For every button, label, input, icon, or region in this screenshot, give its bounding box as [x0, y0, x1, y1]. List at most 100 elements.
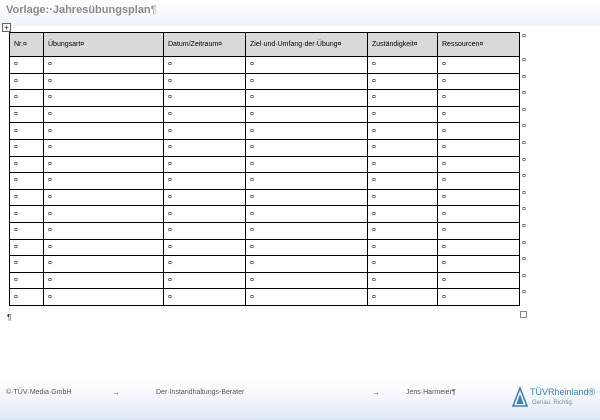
cell-exercise-type[interactable]: ¤	[43, 89, 164, 107]
cell-nr[interactable]: ¤	[9, 288, 44, 306]
table-row: ¤ ¤ ¤ ¤ ¤ ¤	[9, 221, 520, 240]
header-exercise-type[interactable]: Übungsart¤	[43, 32, 164, 57]
cell-resources[interactable]: ¤	[437, 205, 520, 223]
cell-exercise-type[interactable]: ¤	[43, 288, 164, 306]
cell-responsibility[interactable]: ¤	[367, 72, 438, 91]
cell-nr[interactable]: ¤	[9, 255, 44, 273]
header-resources[interactable]: Ressourcen¤	[437, 32, 520, 57]
cell-goal-scope[interactable]: ¤	[245, 138, 368, 157]
cell-responsibility[interactable]: ¤	[367, 288, 438, 306]
cell-responsibility[interactable]: ¤	[367, 238, 438, 257]
cell-goal-scope[interactable]: ¤	[245, 122, 368, 140]
header-date-period[interactable]: Datum/Zeitraum¤	[163, 32, 246, 57]
cell-date-period[interactable]: ¤	[163, 155, 246, 174]
cell-responsibility[interactable]: ¤	[367, 205, 438, 223]
cell-nr[interactable]: ¤	[9, 155, 44, 174]
cell-goal-scope[interactable]: ¤	[245, 155, 368, 174]
cell-resources[interactable]: ¤	[437, 155, 520, 174]
cell-exercise-type[interactable]: ¤	[43, 188, 164, 207]
header-goal-scope[interactable]: Ziel·und·Umfang·der·Übung¤	[245, 32, 368, 57]
cell-goal-scope[interactable]: ¤	[245, 188, 368, 207]
cell-nr[interactable]: ¤	[9, 89, 44, 107]
header-responsibility[interactable]: Zuständigkeit¤	[367, 32, 438, 57]
cell-goal-scope[interactable]: ¤	[245, 288, 368, 306]
cell-exercise-type[interactable]: ¤	[43, 238, 164, 257]
cell-goal-scope[interactable]: ¤	[245, 72, 368, 91]
cell-responsibility[interactable]: ¤	[367, 255, 438, 273]
cell-responsibility[interactable]: ¤	[367, 271, 438, 290]
cell-responsibility[interactable]: ¤	[367, 188, 438, 207]
cell-nr[interactable]: ¤	[9, 238, 44, 257]
cell-responsibility[interactable]: ¤	[367, 155, 438, 174]
cell-exercise-type[interactable]: ¤	[43, 72, 164, 91]
cell-responsibility[interactable]: ¤	[367, 89, 438, 107]
cell-exercise-type[interactable]: ¤	[43, 122, 164, 140]
cell-exercise-type[interactable]: ¤	[43, 221, 164, 240]
cell-date-period[interactable]: ¤	[163, 122, 246, 140]
cell-exercise-type[interactable]: ¤	[43, 205, 164, 223]
cell-responsibility[interactable]: ¤	[367, 56, 438, 74]
cell-resources[interactable]: ¤	[437, 72, 520, 91]
cell-nr[interactable]: ¤	[9, 221, 44, 240]
cell-resources[interactable]: ¤	[437, 172, 520, 190]
cell-date-period[interactable]: ¤	[163, 255, 246, 273]
cell-goal-scope[interactable]: ¤	[245, 271, 368, 290]
cell-exercise-type[interactable]: ¤	[43, 138, 164, 157]
cell-resources[interactable]: ¤	[437, 122, 520, 140]
cell-responsibility[interactable]: ¤	[367, 221, 438, 240]
cell-resources[interactable]: ¤	[437, 138, 520, 157]
cell-date-period[interactable]: ¤	[163, 72, 246, 91]
cell-responsibility[interactable]: ¤	[367, 172, 438, 190]
cell-exercise-type[interactable]: ¤	[43, 56, 164, 74]
cell-resources[interactable]: ¤	[437, 271, 520, 290]
cell-resources[interactable]: ¤	[437, 188, 520, 207]
cell-resources[interactable]: ¤	[437, 221, 520, 240]
cell-goal-scope[interactable]: ¤	[245, 238, 368, 257]
cell-date-period[interactable]: ¤	[163, 105, 246, 124]
table-resize-handle-icon[interactable]	[520, 311, 527, 318]
cell-nr[interactable]: ¤	[9, 105, 44, 124]
cell-goal-scope[interactable]: ¤	[245, 105, 368, 124]
cell-exercise-type[interactable]: ¤	[43, 105, 164, 124]
cell-date-period[interactable]: ¤	[163, 172, 246, 190]
cell-responsibility[interactable]: ¤	[367, 105, 438, 124]
cell-resources[interactable]: ¤	[437, 288, 520, 306]
cell-nr[interactable]: ¤	[9, 138, 44, 157]
cell-nr[interactable]: ¤	[9, 205, 44, 223]
cell-date-period[interactable]: ¤	[163, 56, 246, 74]
cell-resources[interactable]: ¤	[437, 56, 520, 74]
cell-resources[interactable]: ¤	[437, 89, 520, 107]
cell-goal-scope[interactable]: ¤	[245, 172, 368, 190]
cell-exercise-type[interactable]: ¤	[43, 172, 164, 190]
cell-date-period[interactable]: ¤	[163, 89, 246, 107]
cell-nr[interactable]: ¤	[9, 271, 44, 290]
cell-responsibility[interactable]: ¤	[367, 138, 438, 157]
tuv-triangle-logo-icon	[512, 387, 528, 407]
cell-date-period[interactable]: ¤	[163, 188, 246, 207]
cell-resources[interactable]: ¤	[437, 255, 520, 273]
cell-goal-scope[interactable]: ¤	[245, 255, 368, 273]
cell-nr[interactable]: ¤	[9, 188, 44, 207]
cell-nr[interactable]: ¤	[9, 122, 44, 140]
cell-resources[interactable]: ¤	[437, 238, 520, 257]
cell-nr[interactable]: ¤	[9, 72, 44, 91]
cell-date-period[interactable]: ¤	[163, 288, 246, 306]
cell-exercise-type[interactable]: ¤	[43, 255, 164, 273]
cell-date-period[interactable]: ¤	[163, 221, 246, 240]
cell-goal-scope[interactable]: ¤	[245, 89, 368, 107]
cell-exercise-type[interactable]: ¤	[43, 155, 164, 174]
cell-responsibility[interactable]: ¤	[367, 122, 438, 140]
cell-goal-scope[interactable]: ¤	[245, 205, 368, 223]
cell-nr[interactable]: ¤	[9, 56, 44, 74]
cell-goal-scope[interactable]: ¤	[245, 221, 368, 240]
cell-date-period[interactable]: ¤	[163, 205, 246, 223]
cell-date-period[interactable]: ¤	[163, 238, 246, 257]
table-move-handle-icon[interactable]: +	[2, 23, 11, 32]
cell-resources[interactable]: ¤	[437, 105, 520, 124]
cell-date-period[interactable]: ¤	[163, 138, 246, 157]
cell-nr[interactable]: ¤	[9, 172, 44, 190]
cell-goal-scope[interactable]: ¤	[245, 56, 368, 74]
cell-date-period[interactable]: ¤	[163, 271, 246, 290]
header-nr[interactable]: Nr.¤	[9, 32, 44, 57]
cell-exercise-type[interactable]: ¤	[43, 271, 164, 290]
